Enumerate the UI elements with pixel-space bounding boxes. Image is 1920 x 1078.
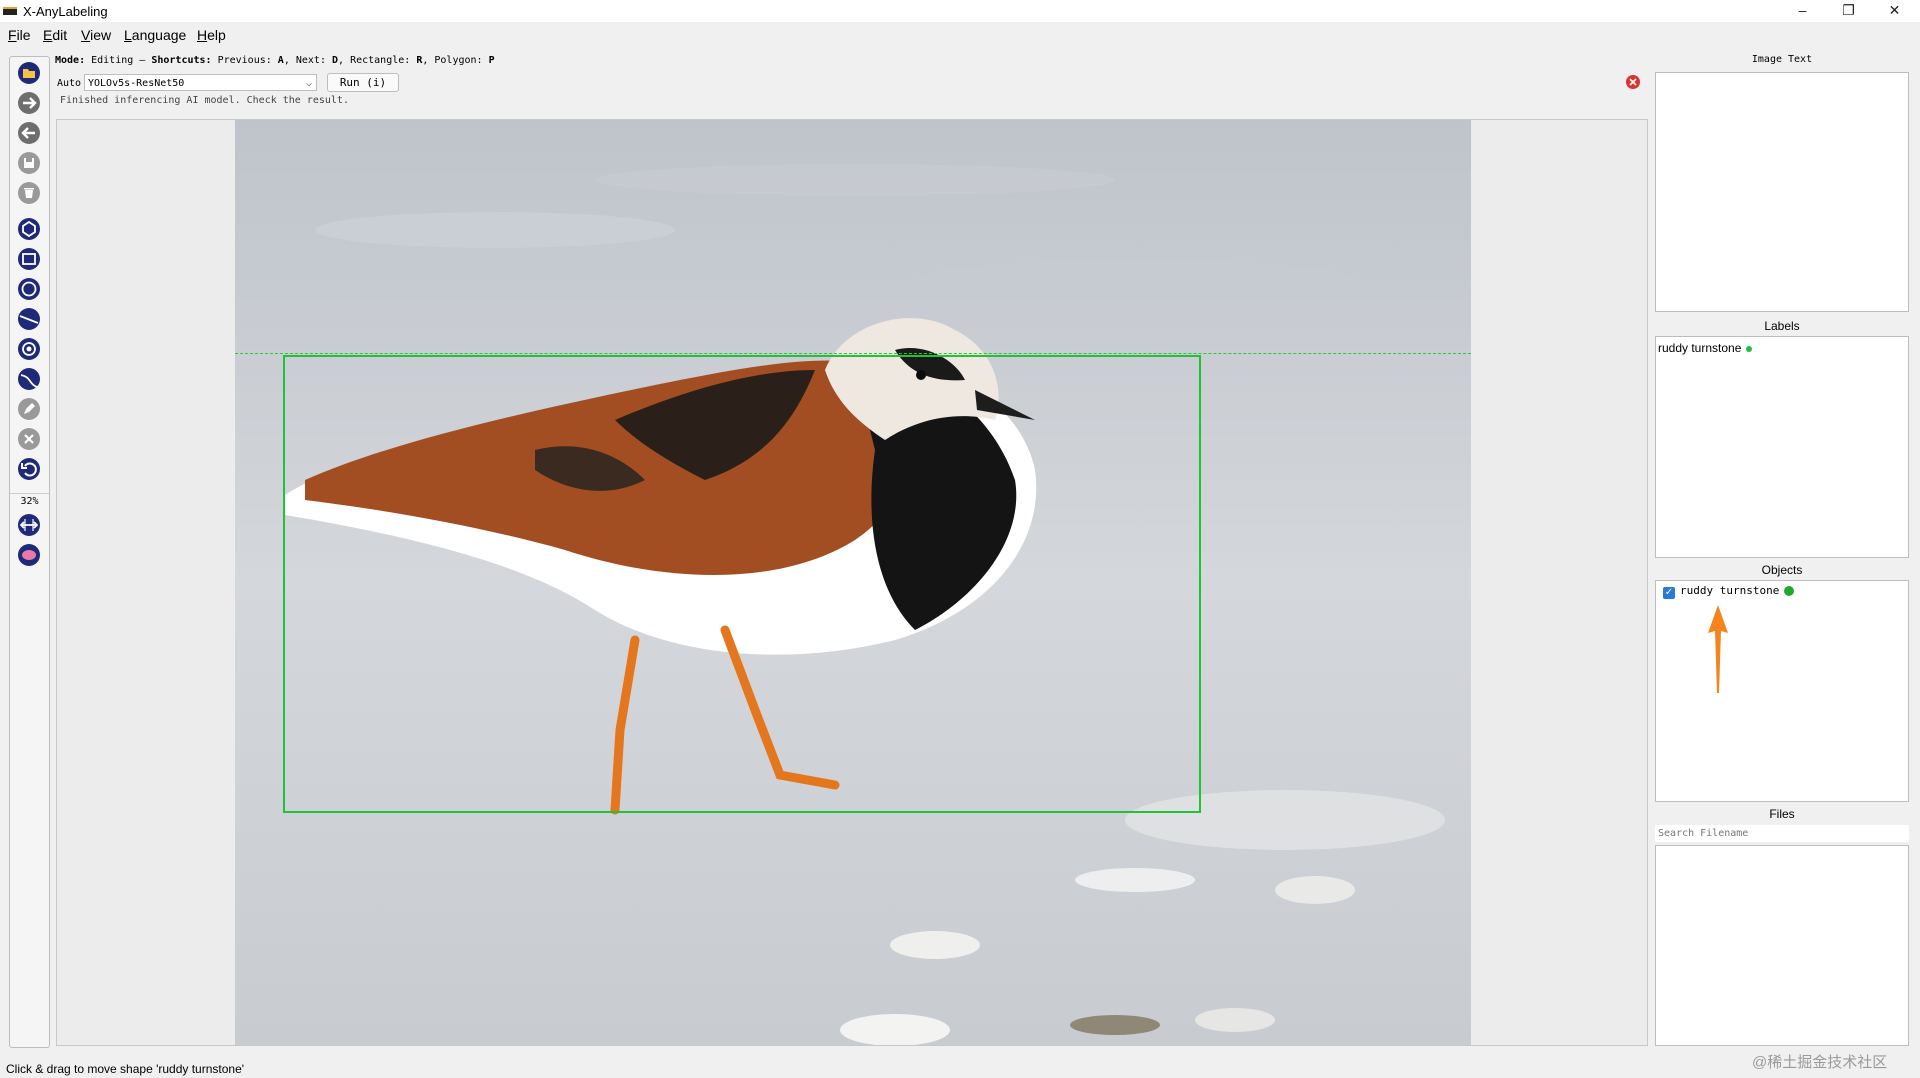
mode-value: Editing [91, 55, 134, 66]
status-bar: Click & drag to move shape 'ruddy turnst… [6, 1062, 245, 1076]
rect-label: , Rectangle: [338, 55, 417, 66]
point-tool-icon[interactable] [17, 337, 41, 361]
next-image-icon[interactable] [17, 91, 41, 115]
objects-title: Objects [1761, 563, 1803, 577]
poly-label: , Polygon: [422, 55, 489, 66]
object-color-dot [1784, 586, 1795, 596]
bounding-box-ruddy-turnstone[interactable] [283, 355, 1201, 813]
objects-list: ✓ ruddy turnstone [1655, 580, 1909, 802]
brightness-contrast-icon[interactable] [17, 543, 41, 567]
watermark: @稀土掘金技术社区 [1752, 1054, 1888, 1071]
open-folder-icon[interactable] [17, 61, 41, 85]
crosshair-horizontal-guide [235, 353, 1471, 354]
app-logo-icon [3, 7, 17, 15]
mode-prefix: Mode: [55, 55, 92, 66]
save-icon[interactable] [17, 151, 41, 175]
minimize-button[interactable]: – [1780, 0, 1825, 22]
prev-image-icon[interactable] [17, 121, 41, 145]
files-title: Files [1769, 807, 1795, 821]
shortcuts-label: Shortcuts: [151, 55, 218, 66]
menu-language[interactable]: Language [124, 27, 186, 43]
menu-edit[interactable]: Edit [43, 27, 67, 43]
mode-sep: – [133, 55, 152, 66]
search-filename-input[interactable] [1655, 825, 1909, 842]
poly-key: P [488, 55, 495, 66]
window-title: X-AnyLabeling [23, 4, 108, 19]
restore-button[interactable]: ❐ [1826, 0, 1871, 22]
label-text: ruddy turnstone [1658, 341, 1742, 355]
prev-label: Previous: [217, 55, 278, 66]
chevron-down-icon: ⌵ [305, 78, 312, 89]
fit-width-icon[interactable] [17, 513, 41, 537]
menu-view[interactable]: View [81, 27, 111, 43]
title-bar: X-AnyLabeling – ❐ ✕ [0, 0, 1920, 22]
object-label-text: ruddy turnstone [1680, 584, 1780, 597]
undo-icon[interactable] [17, 457, 41, 481]
model-select-value: YOLOv5s-ResNet50 [88, 78, 185, 89]
arrow-up-icon [1708, 605, 1728, 693]
auto-label: Auto [57, 78, 82, 89]
delete-shape-icon[interactable] [17, 427, 41, 451]
circle-tool-icon[interactable] [17, 277, 41, 301]
model-select[interactable]: YOLOv5s-ResNet50 ⌵ [84, 74, 317, 91]
rectangle-tool-icon[interactable] [17, 247, 41, 271]
zoom-level[interactable]: 32% [10, 493, 49, 507]
next-label: , Next: [283, 55, 332, 66]
label-color-dot [1746, 345, 1753, 352]
list-item[interactable]: ruddy turnstone [1658, 341, 1753, 355]
close-model-icon[interactable] [1625, 74, 1641, 90]
list-item[interactable]: ruddy turnstone [1680, 584, 1795, 597]
close-window-button[interactable]: ✕ [1872, 0, 1917, 22]
image-text-box[interactable] [1655, 72, 1909, 312]
polygon-tool-icon[interactable] [17, 217, 41, 241]
inference-status: Finished inferencing AI model. Check the… [60, 95, 349, 106]
line-tool-icon[interactable] [17, 307, 41, 331]
linestrip-tool-icon[interactable] [17, 367, 41, 391]
files-list[interactable] [1655, 845, 1909, 1046]
image-text-title: Image Text [1751, 54, 1813, 65]
menu-file[interactable]: File [8, 27, 31, 43]
image-view[interactable] [235, 120, 1471, 1045]
object-checkbox[interactable]: ✓ [1663, 587, 1675, 599]
tools-toolbar: 32% [9, 56, 50, 1048]
menu-help[interactable]: Help [197, 27, 226, 43]
edit-pencil-icon[interactable] [17, 397, 41, 421]
labels-list: ruddy turnstone [1655, 336, 1909, 558]
menu-bar: File Edit View Language Help [0, 24, 1920, 46]
delete-file-icon[interactable] [17, 181, 41, 205]
annotation-canvas[interactable] [56, 119, 1648, 1046]
mode-shortcuts-line: Mode: Editing – Shortcuts: Previous: A, … [55, 55, 495, 66]
run-button[interactable]: Run (i) [327, 73, 399, 92]
labels-title: Labels [1764, 319, 1800, 333]
